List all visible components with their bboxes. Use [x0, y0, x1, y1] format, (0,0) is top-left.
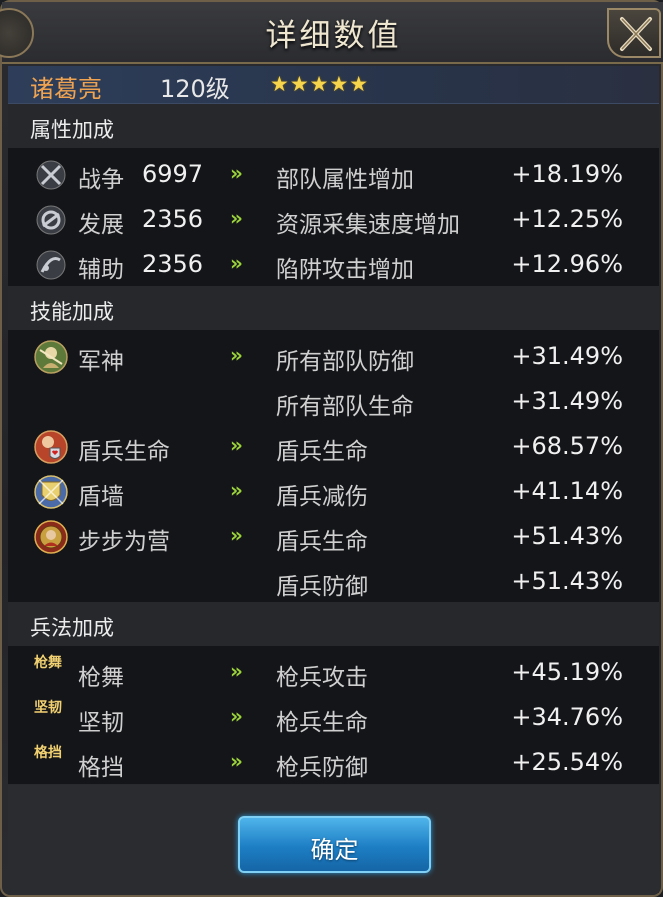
support-icon — [36, 250, 66, 280]
bonus-value: +12.25% — [511, 205, 623, 233]
hero-level: 120级 — [160, 75, 230, 103]
bonus-description: 盾兵防御 — [276, 574, 368, 600]
list-item: 枪舞 枪舞 » 枪兵攻击 +45.19% — [8, 650, 659, 695]
list-item: 所有部队生命 +31.49% — [8, 379, 659, 424]
bonus-value: +45.19% — [511, 658, 623, 686]
list-item: 发展 2356 » 资源采集速度增加 +12.25% — [8, 197, 659, 242]
hero-header: 诸葛亮 120级 ★★★★★ — [8, 66, 659, 104]
bonus-description: 枪兵攻击 — [276, 665, 368, 691]
skill-label: 军神 — [78, 349, 124, 375]
list-item: 盾兵防御 +51.43% — [8, 559, 659, 604]
war-god-skill-icon — [34, 340, 68, 374]
close-button[interactable] — [607, 8, 661, 58]
attribute-value: 2356 — [142, 205, 204, 233]
development-icon — [36, 205, 66, 235]
shield-wall-skill-icon — [34, 475, 68, 509]
bonus-value: +18.19% — [511, 160, 623, 188]
bonus-value: +31.49% — [511, 342, 623, 370]
attribute-value: 6997 — [142, 160, 204, 188]
bonus-value: +25.54% — [511, 748, 623, 776]
list-item: 盾兵生命 » 盾兵生命 +68.57% — [8, 424, 659, 469]
bonus-value: +31.49% — [511, 387, 623, 415]
list-item: 坚韧 坚韧 » 枪兵生命 +34.76% — [8, 695, 659, 740]
attributes-list: 战争 6997 » 部队属性增加 +18.19% 发展 2356 » 资源采集速… — [8, 148, 659, 286]
step-by-step-skill-icon — [34, 520, 68, 554]
bonus-value: +34.76% — [511, 703, 623, 731]
skill-label: 步步为营 — [78, 529, 170, 555]
spear-dance-icon: 枪舞 — [34, 655, 62, 671]
list-item: 步步为营 » 盾兵生命 +51.43% — [8, 514, 659, 559]
arrow-icon: » — [230, 343, 243, 367]
title-bar: 详细数值 — [0, 2, 663, 64]
arrow-icon: » — [230, 749, 243, 773]
section-title: 兵法加成 — [30, 616, 114, 640]
crossed-swords-icon — [36, 160, 66, 190]
list-item: 盾墙 » 盾兵减伤 +41.14% — [8, 469, 659, 514]
skill-label: 盾兵生命 — [78, 439, 170, 465]
list-item: 战争 6997 » 部队属性增加 +18.19% — [8, 152, 659, 197]
arrow-icon: » — [230, 161, 243, 185]
attribute-label: 辅助 — [78, 257, 124, 283]
bonus-description: 盾兵生命 — [276, 529, 368, 555]
section-header-tactics: 兵法加成 — [8, 602, 659, 646]
bonus-value: +51.43% — [511, 522, 623, 550]
list-item: 格挡 格挡 » 枪兵防御 +25.54% — [8, 740, 659, 785]
arrow-icon: » — [230, 433, 243, 457]
list-item: 军神 » 所有部队防御 +31.49% — [8, 334, 659, 379]
arrow-icon: » — [230, 251, 243, 275]
tenacity-icon: 坚韧 — [34, 700, 62, 716]
bonus-description: 所有部队生命 — [276, 394, 414, 420]
attribute-label: 战争 — [78, 167, 124, 193]
parry-icon: 格挡 — [34, 745, 62, 761]
bonus-description: 枪兵生命 — [276, 710, 368, 736]
bonus-description: 部队属性增加 — [276, 167, 414, 193]
bonus-value: +68.57% — [511, 432, 623, 460]
bonus-description: 盾兵减伤 — [276, 484, 368, 510]
bonus-description: 枪兵防御 — [276, 755, 368, 781]
confirm-button[interactable]: 确定 — [238, 816, 431, 873]
attribute-value: 2356 — [142, 250, 204, 278]
section-title: 属性加成 — [30, 118, 114, 142]
arrow-icon: » — [230, 704, 243, 728]
bonus-description: 所有部队防御 — [276, 349, 414, 375]
section-header-attributes: 属性加成 — [8, 104, 659, 148]
section-title: 技能加成 — [30, 300, 114, 324]
close-icon — [620, 17, 652, 51]
tactic-label: 坚韧 — [78, 710, 124, 736]
tactic-label: 枪舞 — [78, 665, 124, 691]
list-item: 辅助 2356 » 陷阱攻击增加 +12.96% — [8, 242, 659, 287]
hero-name: 诸葛亮 — [30, 75, 102, 103]
stats-dialog: 详细数值 诸葛亮 120级 ★★★★★ 属性加成 战争 6997 » 部队属性增… — [0, 0, 663, 897]
bonus-description: 盾兵生命 — [276, 439, 368, 465]
shield-health-skill-icon — [34, 430, 68, 464]
dialog-title: 详细数值 — [265, 18, 402, 54]
bonus-description: 陷阱攻击增加 — [276, 257, 414, 283]
bonus-value: +12.96% — [511, 250, 623, 278]
arrow-icon: » — [230, 659, 243, 683]
arrow-icon: » — [230, 206, 243, 230]
attribute-label: 发展 — [78, 212, 124, 238]
bonus-description: 资源采集速度增加 — [276, 212, 460, 238]
bonus-value: +51.43% — [511, 567, 623, 595]
tactics-list: 枪舞 枪舞 » 枪兵攻击 +45.19% 坚韧 坚韧 » 枪兵生命 +34.76… — [8, 646, 659, 784]
arrow-icon: » — [230, 478, 243, 502]
section-header-skills: 技能加成 — [8, 286, 659, 330]
tactic-label: 格挡 — [78, 755, 124, 781]
bonus-value: +41.14% — [511, 477, 623, 505]
arrow-icon: » — [230, 523, 243, 547]
skills-list: 军神 » 所有部队防御 +31.49% 所有部队生命 +31.49% 盾兵生命 … — [8, 330, 659, 602]
star-rating: ★★★★★ — [270, 72, 370, 96]
confirm-label: 确定 — [310, 836, 359, 864]
skill-label: 盾墙 — [78, 484, 124, 510]
